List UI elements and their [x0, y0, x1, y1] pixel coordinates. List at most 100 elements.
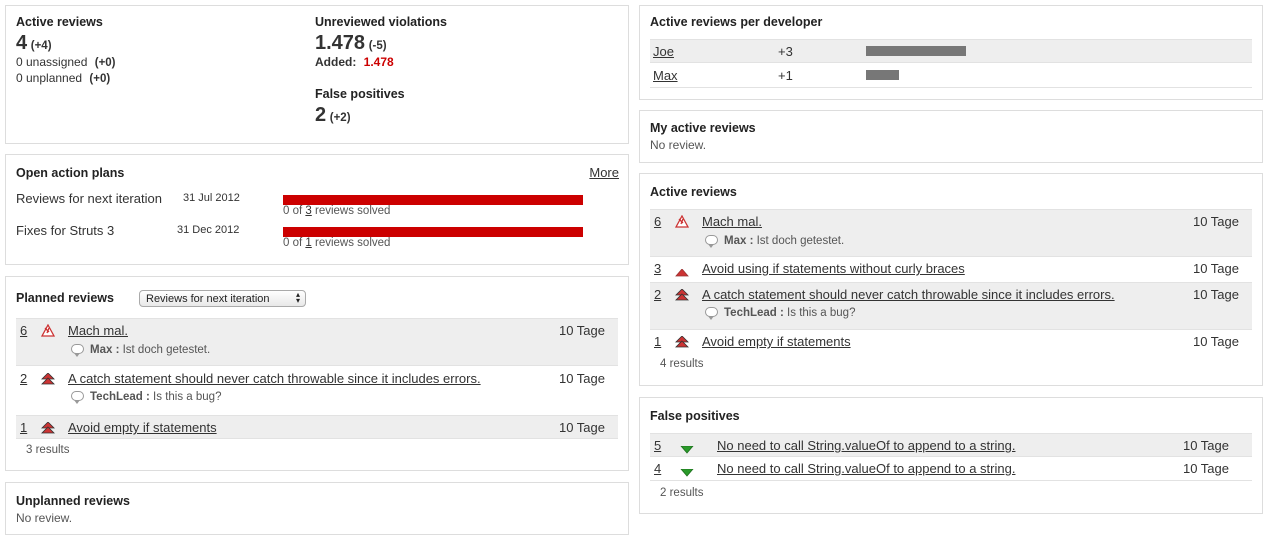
developer-delta: +3: [778, 44, 793, 59]
review-title-link[interactable]: Avoid empty if statements: [68, 420, 217, 435]
unplanned-delta: (+0): [89, 73, 111, 85]
unplanned-label: 0 unplanned: [16, 71, 83, 85]
review-id-link[interactable]: 4: [654, 461, 661, 476]
critical-icon: [675, 288, 689, 301]
unassigned-label: 0 unassigned: [16, 55, 88, 69]
blocker-icon: [674, 214, 690, 228]
review-age: 10 Tage: [558, 323, 605, 338]
select-arrows-icon: ▴ ▾: [295, 290, 300, 305]
comment-author: TechLead :: [724, 307, 784, 319]
developer-row: Max +1: [650, 63, 1252, 88]
false-positives-delta: (+2): [329, 112, 351, 124]
review-age: 10 Tage: [1192, 261, 1239, 276]
review-id-link[interactable]: 2: [654, 287, 661, 302]
action-plans-widget: Open action plans More Reviews for next …: [5, 154, 629, 265]
review-title-link[interactable]: Mach mal.: [68, 323, 128, 338]
per-developer-title: Active reviews per developer: [650, 15, 823, 29]
plan-date: 31 Dec 2012: [177, 224, 240, 236]
comment-text: Ist doch getestet.: [753, 235, 845, 247]
plan-progress-prefix: 0 of: [283, 237, 306, 249]
active-reviews-list-title: Active reviews: [650, 185, 737, 199]
planned-reviews-title: Planned reviews: [16, 291, 114, 305]
developer-bar: [866, 46, 966, 56]
results-count: 4 results: [660, 358, 704, 370]
review-id-link[interactable]: 6: [20, 323, 27, 338]
summary-widget: Active reviews 4 (+4) 0 unassigned (+0) …: [5, 5, 629, 144]
major-icon: [675, 265, 689, 277]
review-row: 2 A catch statement should never catch t…: [16, 367, 618, 415]
comment-text: Is this a bug?: [149, 391, 222, 403]
review-row: 3 Avoid using if statements without curl…: [650, 258, 1252, 282]
false-positives-title: False positives: [650, 409, 740, 423]
review-comment: TechLead : Is this a bug?: [71, 391, 222, 404]
review-title-link[interactable]: No need to call String.valueOf to append…: [717, 461, 1015, 476]
review-title-link[interactable]: Avoid using if statements without curly …: [702, 261, 965, 276]
my-reviews-widget: My active reviews No review.: [639, 110, 1263, 163]
review-id-link[interactable]: 5: [654, 438, 661, 453]
review-title-link[interactable]: No need to call String.valueOf to append…: [717, 438, 1015, 453]
comment-icon: [71, 344, 84, 357]
unreviewed-count: 1.478: [315, 32, 366, 54]
comment-icon: [705, 307, 718, 320]
review-title-link[interactable]: Mach mal.: [702, 214, 762, 229]
review-comment: Max : Ist doch getestet.: [71, 344, 211, 357]
review-row: 4 No need to call String.valueOf to appe…: [650, 457, 1252, 481]
review-age: 10 Tage: [1192, 334, 1239, 349]
developer-delta: +1: [778, 68, 793, 83]
comment-icon: [71, 391, 84, 404]
plan-progress-text: 0 of 3 reviews solved: [283, 205, 390, 217]
review-row: 1 Avoid empty if statements 10 Tage: [650, 330, 1252, 354]
review-id-link[interactable]: 1: [20, 420, 27, 435]
active-reviews-widget: Active reviews 6 Mach mal. 10 Tage Max :…: [639, 173, 1263, 386]
minor-icon: [680, 465, 694, 477]
developer-link[interactable]: Joe: [653, 44, 674, 59]
developer-link[interactable]: Max: [653, 68, 678, 83]
review-age: 10 Tage: [1192, 214, 1239, 229]
unplanned-reviews-title: Unplanned reviews: [16, 494, 130, 508]
planned-reviews-widget: Planned reviews Reviews for next iterati…: [5, 276, 629, 471]
review-id-link[interactable]: 2: [20, 371, 27, 386]
added-value: 1.478: [363, 55, 394, 69]
false-positives-widget: False positives 5 No need to call String…: [639, 397, 1263, 514]
unreviewed-count-line: 1.478 (-5): [315, 32, 387, 55]
developer-bar: [866, 70, 899, 80]
plan-name: Fixes for Struts 3: [16, 223, 115, 238]
false-positives-count-line: 2 (+2): [315, 104, 351, 127]
action-plan-row: Fixes for Struts 3 31 Dec 2012 0 of 1 re…: [16, 223, 616, 253]
added-label: Added:: [315, 55, 357, 69]
blocker-icon: [40, 323, 56, 337]
plan-progress-suffix: reviews solved: [311, 205, 391, 217]
comment-author: Max :: [724, 235, 754, 247]
review-title-link[interactable]: A catch statement should never catch thr…: [702, 287, 1115, 302]
critical-icon: [41, 421, 55, 434]
comment-icon: [705, 235, 718, 248]
review-id-link[interactable]: 6: [654, 214, 661, 229]
review-comment: TechLead : Is this a bug?: [705, 307, 855, 320]
review-row: 6 Mach mal. 10 Tage Max : Ist doch getes…: [650, 209, 1252, 257]
comment-text: Ist doch getestet.: [119, 344, 211, 356]
comment-author: TechLead :: [90, 391, 150, 403]
unplanned-empty: No review.: [16, 511, 73, 525]
critical-icon: [41, 372, 55, 385]
developer-row: Joe +3: [650, 39, 1252, 63]
action-plan-select-value: Reviews for next iteration: [146, 293, 270, 305]
review-id-link[interactable]: 1: [654, 334, 661, 349]
review-title-link[interactable]: A catch statement should never catch thr…: [68, 371, 481, 386]
my-reviews-empty: No review.: [650, 138, 707, 152]
review-comment: Max : Ist doch getestet.: [705, 235, 845, 248]
false-positives-summary-title: False positives: [315, 87, 405, 101]
review-id-link[interactable]: 3: [654, 261, 661, 276]
plan-progress-suffix: reviews solved: [311, 237, 391, 249]
results-count: 3 results: [26, 444, 70, 456]
action-plans-title: Open action plans: [16, 166, 125, 180]
review-row: 6 Mach mal. 10 Tage Max : Ist doch getes…: [16, 318, 618, 366]
action-plan-select[interactable]: Reviews for next iteration ▴ ▾: [139, 290, 306, 307]
plan-progress-bar: [283, 227, 583, 237]
action-plan-row: Reviews for next iteration 31 Jul 2012 0…: [16, 191, 616, 221]
review-title-link[interactable]: Avoid empty if statements: [702, 334, 851, 349]
review-row: 2 A catch statement should never catch t…: [650, 282, 1252, 330]
more-link[interactable]: More: [589, 165, 619, 180]
unassigned-line: 0 unassigned (+0): [16, 55, 116, 69]
review-row: 5 No need to call String.valueOf to appe…: [650, 433, 1252, 457]
review-row: 1 Avoid empty if statements 10 Tage: [16, 415, 618, 439]
